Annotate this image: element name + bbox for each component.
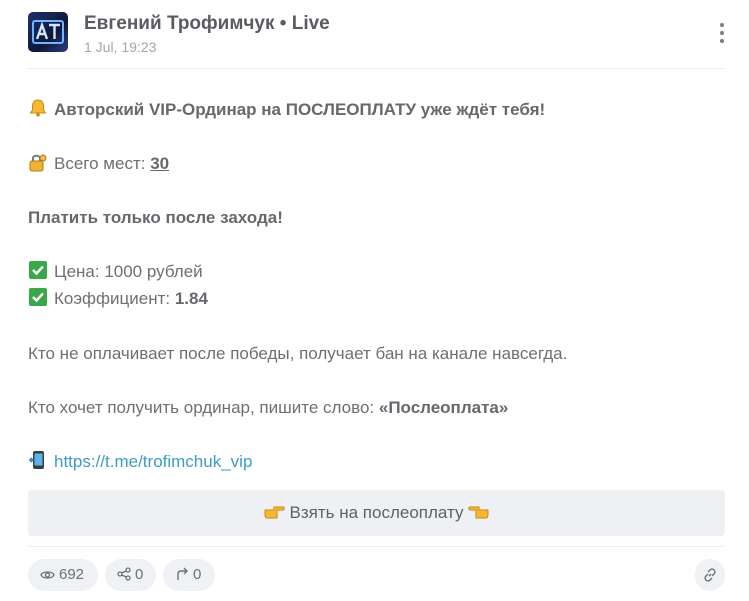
order-word: «Послеоплата»	[378, 398, 509, 417]
link-line: https://t.me/trofimchuk_vip	[28, 448, 252, 475]
coef-line: Коэффициент: 1.84	[28, 285, 208, 312]
eye-icon	[40, 571, 55, 579]
header-divider	[28, 68, 724, 69]
forwards-count: 0	[193, 566, 202, 583]
ban-notice-line: Кто не оплачивает после победы, получает…	[28, 340, 567, 367]
pay-after-text: Платить только после захода!	[28, 208, 283, 227]
check-mark-icon	[29, 288, 47, 306]
headline-line: Авторский VIP-Ординар на ПОСЛЕОПЛАТУ уже…	[28, 96, 545, 123]
post-date: 1 Jul, 19:23	[84, 39, 157, 55]
post-footer: 692 0 0	[28, 559, 725, 591]
more-vertical-icon[interactable]	[712, 20, 732, 46]
views-counter[interactable]: 692	[28, 559, 98, 591]
views-count: 692	[59, 566, 85, 583]
bell-icon	[29, 99, 47, 117]
forward-arrow-icon	[177, 567, 188, 580]
ban-notice: Кто не оплачивает после победы, получает…	[28, 344, 568, 363]
pointing-left-hand-icon	[468, 506, 489, 519]
post-card: Евгений Трофимчук • Live 1 Jul, 19:23 Ав…	[0, 0, 749, 601]
channel-name[interactable]: Евгений Трофимчук • Live	[84, 13, 330, 35]
coef-value: 1.84	[174, 289, 208, 308]
footer-divider	[28, 546, 724, 547]
lock-key-icon	[29, 154, 47, 172]
post-header: Евгений Трофимчук • Live 1 Jul, 19:23	[28, 12, 724, 62]
forwards-counter[interactable]: 0	[163, 559, 215, 591]
price-text: Цена: 1000 рублей	[54, 262, 203, 281]
seats-label: Всего мест:	[54, 154, 146, 173]
shares-counter[interactable]: 0	[105, 559, 156, 591]
channel-logo-icon[interactable]	[28, 12, 68, 52]
seats-line: Всего мест: 30	[28, 150, 169, 177]
share-icon	[117, 567, 131, 581]
copy-link-button[interactable]	[695, 559, 725, 591]
mobile-phone-icon	[29, 451, 44, 469]
order-line: Кто хочет получить ординар, пишите слово…	[28, 394, 508, 421]
post-headline: Авторский VIP-Ординар на ПОСЛЕОПЛАТУ уже…	[54, 100, 546, 119]
order-prompt: Кто хочет получить ординар, пишите слово…	[28, 398, 375, 417]
take-postpay-button[interactable]: Взять на послеоплату	[28, 490, 725, 536]
price-line: Цена: 1000 рублей	[28, 258, 203, 285]
check-mark-icon	[29, 261, 47, 279]
shares-count: 0	[135, 566, 144, 583]
channel-link[interactable]: https://t.me/trofimchuk_vip	[54, 452, 252, 471]
pay-after-line: Платить только после захода!	[28, 204, 283, 231]
pointing-right-hand-icon	[264, 506, 285, 519]
link-icon	[704, 568, 716, 582]
coef-label: Коэффициент:	[54, 289, 171, 308]
take-postpay-label: Взять на послеоплату	[289, 503, 464, 522]
seats-value: 30	[150, 154, 170, 173]
